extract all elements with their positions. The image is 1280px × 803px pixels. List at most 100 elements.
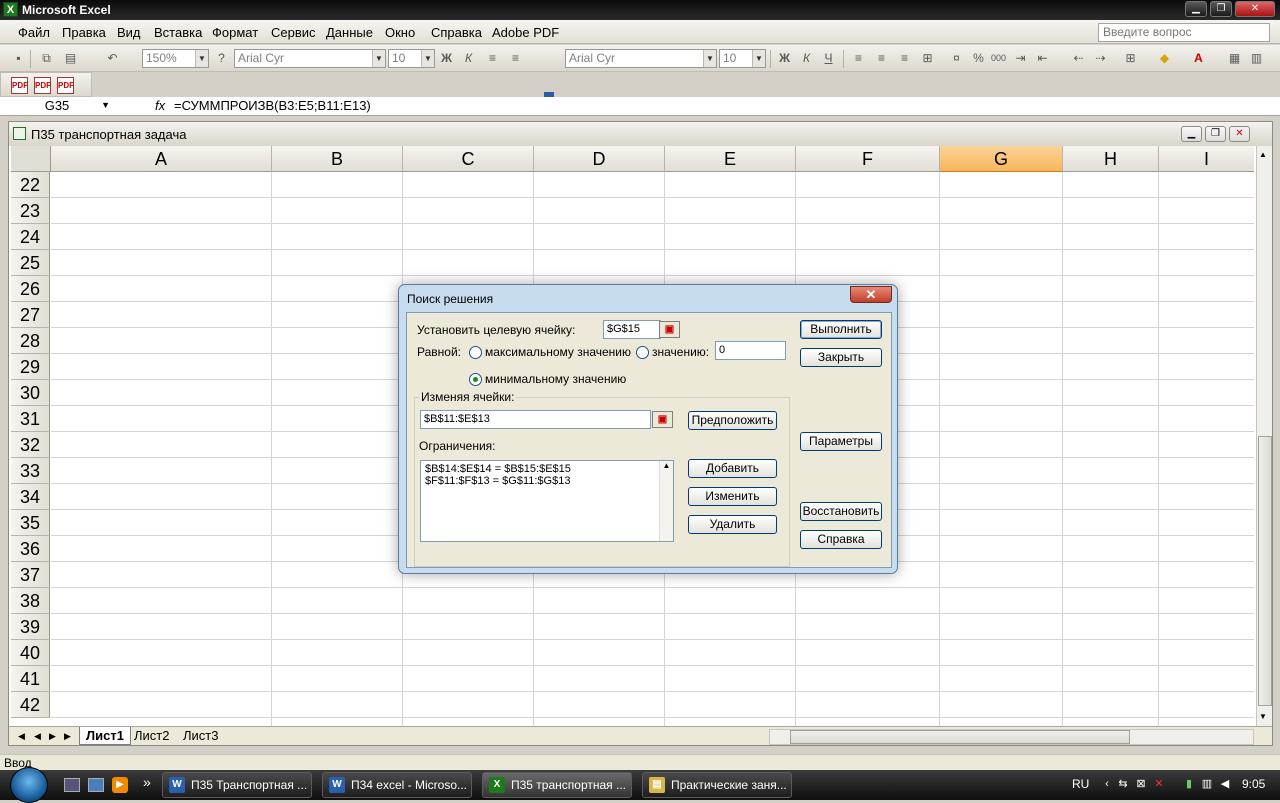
row-header[interactable]: 23	[11, 198, 50, 224]
fill-color-icon[interactable]: ◆	[1156, 50, 1173, 67]
ask-question-input[interactable]: Введите вопрос	[1098, 23, 1270, 42]
increase-decimal-icon[interactable]: ⇥	[1012, 50, 1029, 67]
quick-launch-more-icon[interactable]: »	[143, 774, 151, 790]
tray-arrow-icon[interactable]: ‹	[1100, 777, 1114, 791]
decrease-indent-icon[interactable]: ⇠	[1070, 50, 1087, 67]
row-header[interactable]: 34	[11, 484, 50, 510]
column-header-c[interactable]: C	[403, 146, 534, 172]
column-header-d[interactable]: D	[534, 146, 665, 172]
sheet-tab-2[interactable]: Лист2	[128, 727, 175, 745]
name-box[interactable]: G35 ▼	[2, 97, 112, 115]
collapse-dialog-icon[interactable]: ▣	[652, 411, 673, 428]
column-header-g[interactable]: G	[940, 146, 1063, 172]
undo-icon[interactable]: ↶	[104, 50, 121, 67]
underline-button[interactable]: Ч	[820, 50, 837, 67]
formula-input[interactable]: =СУММПРОИЗВ(B3:E5;B11:E13)	[174, 98, 371, 113]
max-radio[interactable]	[469, 346, 482, 359]
taskbar-item[interactable]: ▤ Практические заня...	[642, 772, 792, 798]
workbook-close-button[interactable]: ✕	[1229, 126, 1250, 142]
options-button[interactable]: Параметры	[800, 432, 882, 451]
clock[interactable]: 9:05	[1242, 777, 1265, 791]
row-header[interactable]: 35	[11, 510, 50, 536]
copy-icon[interactable]: ⧉	[38, 50, 55, 67]
row-header[interactable]: 32	[11, 432, 50, 458]
align-center-icon[interactable]: ≡	[507, 50, 524, 67]
menu-view[interactable]: Вид	[117, 25, 141, 40]
row-header[interactable]: 33	[11, 458, 50, 484]
min-radio[interactable]	[469, 373, 482, 386]
media-player-icon[interactable]: ▶	[112, 777, 128, 793]
last-sheet-icon[interactable]: ▶	[61, 729, 74, 743]
network-icon[interactable]: ⇆	[1116, 777, 1130, 791]
menu-format[interactable]: Формат	[212, 25, 258, 40]
taskbar-item[interactable]: X П35 транспортная ...	[482, 772, 632, 798]
font-color-icon[interactable]: A	[1190, 50, 1207, 67]
increase-indent-icon[interactable]: ⇢	[1092, 50, 1109, 67]
menu-data[interactable]: Данные	[326, 25, 373, 40]
font-size-select-2[interactable]: 10 ▼	[719, 49, 766, 68]
align-left-icon[interactable]: ≡	[484, 50, 501, 67]
delete-button[interactable]: Удалить	[688, 515, 777, 534]
scroll-down-icon[interactable]: ▼	[1259, 712, 1267, 721]
minimize-button[interactable]: ▁	[1185, 1, 1207, 17]
row-header[interactable]: 24	[11, 224, 50, 250]
borders-icon[interactable]: ⊞	[1122, 50, 1139, 67]
format-cells-icon[interactable]: ▦	[1226, 50, 1243, 67]
select-all-corner[interactable]	[11, 146, 51, 172]
first-sheet-icon[interactable]: ◀	[15, 729, 28, 743]
pdf-convert-icon[interactable]: PDF	[11, 77, 28, 94]
row-header[interactable]: 28	[11, 328, 50, 354]
row-header[interactable]: 27	[11, 302, 50, 328]
pdf-email-icon[interactable]: PDF	[34, 77, 51, 94]
workbook-minimize-button[interactable]: ▁	[1181, 126, 1202, 142]
change-button[interactable]: Изменить	[688, 487, 777, 506]
paste-icon[interactable]: ▤	[62, 50, 79, 67]
close-dialog-button[interactable]: Закрыть	[800, 348, 882, 367]
row-header[interactable]: 26	[11, 276, 50, 302]
dialog-close-button[interactable]: ✕	[850, 286, 892, 303]
merge-center-icon[interactable]: ⊞	[919, 50, 936, 67]
zoom-select[interactable]: 150% ▼	[142, 49, 209, 68]
show-desktop-icon[interactable]	[64, 778, 80, 792]
decrease-decimal-icon[interactable]: ⇤	[1034, 50, 1051, 67]
tray-app-icon[interactable]: ⊠	[1134, 777, 1148, 791]
row-header[interactable]: 36	[11, 536, 50, 562]
signal-icon[interactable]: ▥	[1200, 777, 1214, 791]
menu-window[interactable]: Окно	[385, 25, 415, 40]
vertical-scroll-thumb[interactable]	[1258, 436, 1272, 706]
volume-icon[interactable]: ◀	[1218, 777, 1232, 791]
switch-windows-icon[interactable]	[88, 778, 104, 792]
menu-file[interactable]: Файл	[18, 25, 50, 40]
pdf-review-icon[interactable]: PDF	[57, 77, 74, 94]
row-header[interactable]: 38	[11, 588, 50, 614]
reset-button[interactable]: Восстановить	[800, 502, 882, 521]
value-radio[interactable]	[636, 346, 649, 359]
save-icon[interactable]: ▪	[10, 50, 27, 67]
menu-adobe-pdf[interactable]: Adobe PDF	[492, 25, 559, 40]
vertical-scrollbar[interactable]: ▲ ▼	[1256, 146, 1272, 727]
target-cell-input[interactable]: $G$15	[603, 320, 661, 339]
network-error-icon[interactable]: ✕	[1152, 777, 1166, 791]
constraints-list[interactable]: $B$14:$E$14 = $B$15:$E$15 $F$11:$F$13 = …	[420, 460, 674, 542]
changing-cells-input[interactable]: $B$11:$E$13	[420, 410, 651, 429]
list-scrollbar[interactable]: ▲	[659, 461, 673, 541]
collapse-dialog-icon[interactable]: ▣	[659, 321, 680, 338]
menu-tools[interactable]: Сервис	[271, 25, 316, 40]
battery-icon[interactable]: ▮	[1182, 777, 1196, 791]
percent-button[interactable]: %	[970, 50, 987, 67]
scroll-up-icon[interactable]: ▲	[1259, 150, 1267, 159]
list-item[interactable]: $B$14:$E$14 = $B$15:$E$15	[425, 463, 669, 475]
column-header-b[interactable]: B	[272, 146, 403, 172]
restore-button[interactable]: ❐	[1210, 1, 1232, 17]
row-header[interactable]: 40	[11, 640, 50, 666]
column-header-i[interactable]: I	[1159, 146, 1254, 172]
cell-styles-icon[interactable]: ▥	[1248, 50, 1265, 67]
row-header[interactable]: 41	[11, 666, 50, 692]
column-header-h[interactable]: H	[1063, 146, 1159, 172]
help-icon[interactable]: ?	[213, 50, 230, 67]
row-header[interactable]: 39	[11, 614, 50, 640]
prev-sheet-icon[interactable]: ◀	[31, 729, 44, 743]
guess-button[interactable]: Предположить	[688, 411, 777, 430]
column-header-f[interactable]: F	[796, 146, 940, 172]
taskbar-item[interactable]: W П35 Транспортная ...	[162, 772, 312, 798]
